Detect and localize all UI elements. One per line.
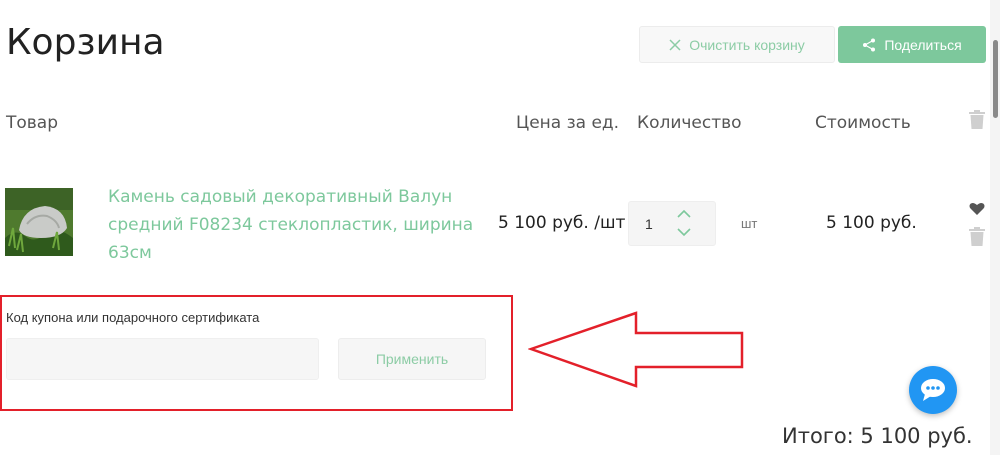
row-cost: 5 100 руб. bbox=[826, 213, 917, 233]
chat-bubble-icon bbox=[921, 379, 945, 401]
chevron-down-icon[interactable] bbox=[677, 227, 691, 237]
coupon-label: Код купона или подарочного сертификата bbox=[6, 310, 260, 325]
chat-button[interactable] bbox=[909, 366, 957, 414]
share-button[interactable]: Поделиться bbox=[838, 26, 986, 63]
annotation-arrow-icon bbox=[528, 311, 744, 388]
scrollbar-thumb[interactable] bbox=[993, 40, 998, 118]
quantity-value[interactable]: 1 bbox=[645, 216, 653, 232]
clear-cart-button[interactable]: Очистить корзину bbox=[639, 26, 835, 63]
product-thumbnail[interactable] bbox=[5, 188, 73, 256]
product-name-link[interactable]: Камень садовый декоративный Валун средни… bbox=[108, 183, 488, 267]
heart-icon[interactable] bbox=[969, 202, 985, 221]
quantity-stepper[interactable]: 1 bbox=[628, 201, 716, 246]
share-label: Поделиться bbox=[884, 36, 962, 53]
unit-price: 5 100 руб. /шт bbox=[498, 213, 626, 233]
chevron-up-icon[interactable] bbox=[677, 209, 691, 219]
clear-all-trash-icon[interactable] bbox=[969, 110, 985, 134]
remove-item-trash-icon[interactable] bbox=[969, 227, 985, 251]
clear-cart-label: Очистить корзину bbox=[689, 36, 805, 53]
coupon-input[interactable] bbox=[6, 338, 319, 380]
page-title: Корзина bbox=[6, 22, 165, 63]
quantity-unit: шт bbox=[741, 216, 758, 231]
column-header-price: Цена за ед. bbox=[516, 113, 620, 133]
column-header-quantity: Количество bbox=[637, 113, 742, 133]
column-header-cost: Стоимость bbox=[815, 113, 911, 133]
share-icon bbox=[863, 38, 876, 51]
order-total: Итого: 5 100 руб. bbox=[782, 424, 973, 448]
column-header-product: Товар bbox=[6, 113, 59, 133]
close-icon bbox=[669, 38, 681, 51]
apply-coupon-button[interactable]: Применить bbox=[338, 338, 486, 380]
